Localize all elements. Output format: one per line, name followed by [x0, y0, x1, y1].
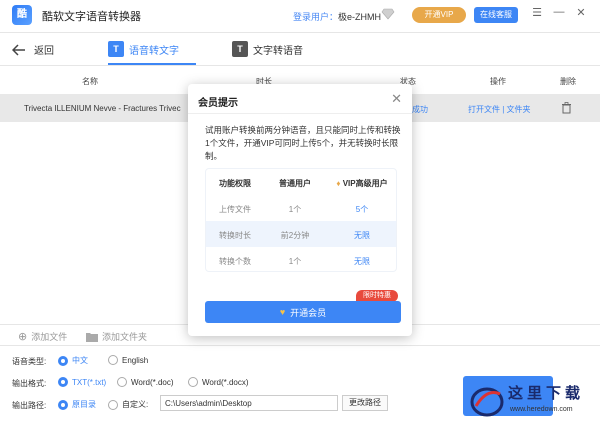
add-folder-label: 添加文件夹: [102, 332, 148, 342]
normal-cell: 前2分钟: [280, 231, 310, 240]
path-label: 输出路径:: [12, 401, 47, 410]
radio-label: Word(*.doc): [131, 377, 174, 387]
col-action: 操作: [490, 77, 506, 86]
radio-dot: [108, 355, 118, 365]
back-arrow-icon: [12, 43, 25, 56]
diamond-icon[interactable]: [381, 8, 395, 20]
vip-cell: 无限: [354, 231, 370, 240]
app-logo: 酷: [12, 5, 32, 25]
open-membership-label: 开通会员: [290, 307, 327, 318]
close-icon[interactable]: ✕: [574, 6, 588, 19]
watermark: 这里下载 www.heredown.com: [470, 380, 598, 420]
vip-cell: 无限: [354, 257, 370, 266]
radio-dot: [58, 399, 68, 410]
vip-diamond-icon: ♦: [336, 179, 341, 188]
dialog-close-icon[interactable]: ✕: [391, 91, 402, 107]
back-button[interactable]: 返回: [12, 42, 54, 57]
toolbar: 返回 T 语音转文字 T 文字转语音: [0, 32, 600, 66]
watermark-url: www.heredown.com: [510, 406, 573, 413]
online-service-button[interactable]: 在线客服: [474, 7, 518, 23]
header-feature: 功能权限: [219, 179, 251, 188]
user-name: 极e-ZHMH: [338, 12, 382, 22]
feature-cell: 转换个数: [219, 257, 251, 266]
file-name: Trivecta ILLENIUM Nevve - Fractures Triv…: [24, 104, 181, 113]
trash-icon[interactable]: [561, 102, 572, 114]
menu-icon[interactable]: ☰: [530, 6, 544, 19]
login-prefix: 登录用户：: [293, 12, 339, 22]
back-label: 返回: [34, 46, 54, 57]
radio-english[interactable]: English: [108, 355, 148, 365]
radio-docx[interactable]: Word(*.docx): [188, 377, 249, 387]
dialog-header: 会员提示 ✕: [188, 84, 412, 114]
language-label: 语音类型:: [12, 357, 47, 366]
add-file-button[interactable]: ⊕ 添加文件: [18, 330, 67, 343]
col-name: 名称: [82, 77, 98, 86]
open-vip-button[interactable]: 开通VIP: [412, 7, 466, 23]
radio-dot: [58, 377, 68, 387]
tab-text-to-speech[interactable]: T 文字转语音: [232, 41, 303, 57]
title-bar: 酷 酷软文字语音转换器 登录用户：极e-ZHMH 开通VIP 在线客服 ☰ — …: [0, 0, 600, 30]
radio-dot: [188, 377, 198, 387]
speech-to-text-icon: T: [108, 41, 124, 57]
change-path-button[interactable]: 更改路径: [342, 395, 388, 411]
output-path-input[interactable]: [160, 395, 338, 411]
login-info: 登录用户：极e-ZHMH: [293, 10, 381, 23]
watermark-logo-icon: [470, 387, 504, 417]
open-file-folder-links[interactable]: 打开文件 | 文件夹: [468, 104, 531, 115]
radio-doc[interactable]: Word(*.doc): [117, 377, 174, 387]
feature-cell: 转换时长: [219, 231, 251, 240]
comparison-row: 转换时长 前2分钟 无限: [206, 221, 396, 247]
member-tip-dialog: 会员提示 ✕ 试用账户转换前两分钟语音，且只能同时上传和转换1个文件，开通VIP…: [188, 84, 412, 336]
feature-cell: 上传文件: [219, 205, 251, 214]
vip-cell: 5个: [355, 205, 369, 214]
vip-heart-icon: ♥: [279, 307, 286, 317]
radio-label: TXT(*.txt): [72, 377, 107, 387]
radio-dot: [108, 399, 118, 410]
radio-txt[interactable]: TXT(*.txt): [58, 377, 106, 387]
radio-label: 自定义:: [122, 400, 149, 409]
watermark-text: 这里下载: [508, 384, 585, 402]
tab-speech-to-text[interactable]: T 语音转文字: [108, 41, 179, 57]
normal-cell: 1个: [288, 205, 302, 214]
add-icon: ⊕: [18, 331, 28, 343]
add-file-label: 添加文件: [31, 332, 68, 342]
normal-cell: 1个: [288, 257, 302, 266]
file-status: 成功: [412, 105, 428, 114]
header-normal: 普通用户: [279, 179, 311, 188]
add-folder-button[interactable]: 添加文件夹: [86, 330, 147, 343]
dialog-description: 试用账户转换前两分钟语音，且只能同时上传和转换1个文件，开通VIP可同时上传5个…: [205, 125, 401, 161]
col-delete: 删除: [560, 77, 576, 86]
active-tab-indicator: [108, 63, 196, 65]
comparison-header: 功能权限 普通用户 ♦ VIP高级用户: [206, 169, 396, 195]
radio-label: 原目录: [72, 400, 96, 409]
radio-custom-dir[interactable]: 自定义:: [108, 399, 148, 410]
app-title: 酷软文字语音转换器: [42, 11, 141, 23]
header-vip-label: VIP高级用户: [342, 179, 388, 188]
open-membership-button[interactable]: ♥ 开通会员: [205, 301, 401, 323]
tab-label: 语音转文字: [129, 45, 179, 57]
radio-label: 中文: [72, 356, 88, 365]
minimize-icon[interactable]: —: [552, 6, 566, 18]
radio-original-dir[interactable]: 原目录: [58, 399, 96, 410]
header-vip: ♦ VIP高级用户: [326, 178, 396, 189]
tab-label: 文字转语音: [253, 45, 303, 57]
comparison-table: 功能权限 普通用户 ♦ VIP高级用户 上传文件 1个 5个 转换时长 前2分钟…: [205, 168, 397, 272]
text-to-speech-icon: T: [232, 41, 248, 57]
comparison-row: 转换个数 1个 无限: [206, 247, 396, 271]
radio-label: English: [122, 355, 149, 365]
dialog-title: 会员提示: [198, 98, 238, 109]
language-option-row: 语音类型: 中文 English: [0, 352, 600, 370]
format-label: 输出格式:: [12, 379, 47, 388]
radio-dot: [58, 355, 68, 366]
radio-label: Word(*.docx): [202, 377, 249, 387]
comparison-row: 上传文件 1个 5个: [206, 195, 396, 221]
folder-icon: [86, 332, 98, 342]
radio-chinese[interactable]: 中文: [58, 355, 88, 366]
radio-dot: [117, 377, 127, 387]
